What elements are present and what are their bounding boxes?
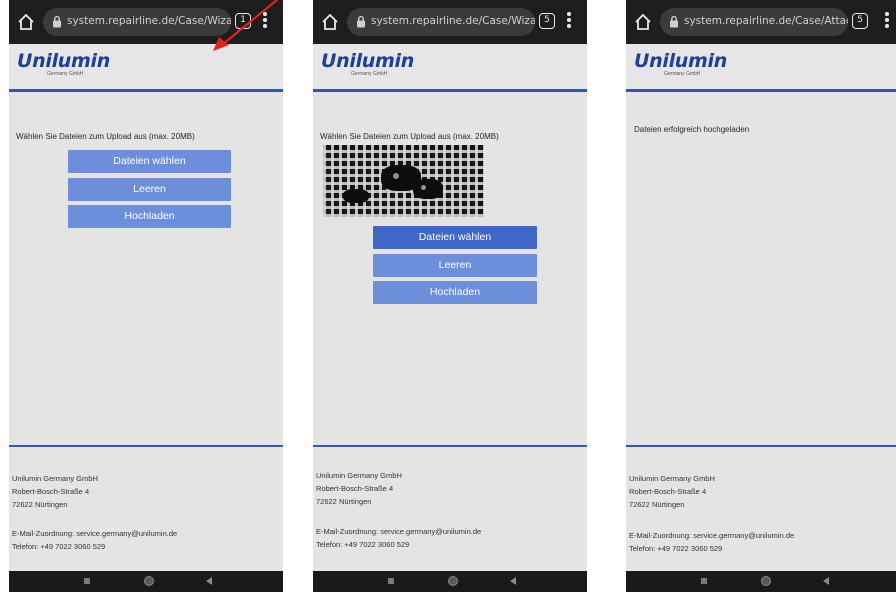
choose-files-button[interactable]: Dateien wählen (373, 226, 537, 249)
android-nav-bar (9, 571, 283, 592)
address-bar[interactable]: system.repairline.de/Case/Wizard/A (43, 8, 231, 36)
footer-city: 72622 Nürtingen (12, 500, 68, 509)
home-circle-icon[interactable] (448, 576, 458, 586)
url-text: system.repairline.de/Case/Wizard/A (67, 15, 231, 27)
back-icon[interactable] (823, 577, 829, 585)
choose-files-button[interactable]: Dateien wählen (68, 150, 231, 173)
footer-phone[interactable]: Telefon: +49 7022 3060 529 (629, 544, 722, 553)
footer-phone[interactable]: Telefon: +49 7022 3060 529 (12, 542, 105, 551)
image-preview-thumbnail (323, 145, 484, 217)
footer-city: 72622 Nürtingen (629, 500, 685, 509)
phone-screenshot-2: system.repairline.de/Case/Wizard/A 5 Uni… (313, 0, 587, 592)
logo-wordmark: Unilumin (17, 50, 110, 72)
home-circle-icon[interactable] (761, 576, 771, 586)
home-icon[interactable] (15, 11, 37, 33)
footer-street: Robert-Bosch-Straße 4 (316, 484, 394, 493)
logo-wordmark: Unilumin (634, 50, 727, 72)
back-icon[interactable] (206, 577, 212, 585)
upload-button[interactable]: Hochladen (373, 281, 537, 304)
browser-toolbar: system.repairline.de/Case/Attachme 5 (626, 0, 896, 44)
tab-switcher-button[interactable]: 5 (852, 13, 868, 29)
unilumin-logo[interactable]: Unilumin Germany GmbH (17, 50, 110, 77)
tab-switcher-button[interactable]: 5 (539, 13, 555, 29)
recent-apps-icon[interactable] (388, 578, 394, 584)
upload-instruction: Wählen Sie Dateien zum Upload aus (max. … (320, 132, 499, 141)
lock-icon (357, 15, 365, 28)
url-text: system.repairline.de/Case/Wizard/A (371, 15, 535, 27)
recent-apps-icon[interactable] (84, 578, 90, 584)
unilumin-logo[interactable]: Unilumin Germany GmbH (634, 50, 727, 77)
footer-email[interactable]: E-Mail-Zuordnung: service.germany@unilum… (316, 527, 481, 536)
home-icon[interactable] (319, 11, 341, 33)
android-nav-bar (313, 571, 587, 592)
footer-company: Unilumin Germany GmbH (12, 474, 98, 483)
footer-company: Unilumin Germany GmbH (316, 471, 402, 480)
upload-button[interactable]: Hochladen (68, 205, 231, 228)
android-nav-bar (626, 571, 896, 592)
site-header: Unilumin Germany GmbH (313, 44, 587, 90)
footer-city: 72622 Nürtingen (316, 497, 372, 506)
unilumin-logo[interactable]: Unilumin Germany GmbH (321, 50, 414, 77)
footer-email[interactable]: E-Mail-Zuordnung: service.germany@unilum… (629, 531, 794, 540)
phone-screenshot-3: system.repairline.de/Case/Attachme 5 Uni… (626, 0, 896, 592)
clear-button[interactable]: Leeren (373, 254, 537, 277)
footer-phone[interactable]: Telefon: +49 7022 3060 529 (316, 540, 409, 549)
recent-apps-icon[interactable] (701, 578, 707, 584)
more-options-icon[interactable] (566, 12, 572, 32)
address-bar[interactable]: system.repairline.de/Case/Attachme (660, 8, 848, 36)
home-circle-icon[interactable] (144, 576, 154, 586)
back-icon[interactable] (510, 577, 516, 585)
site-header: Unilumin Germany GmbH (626, 44, 896, 90)
url-text: system.repairline.de/Case/Attachme (684, 15, 848, 27)
home-icon[interactable] (632, 11, 654, 33)
more-options-icon[interactable] (884, 12, 890, 32)
footer-street: Robert-Bosch-Straße 4 (629, 487, 707, 496)
footer-street: Robert-Bosch-Straße 4 (12, 487, 90, 496)
footer-company: Unilumin Germany GmbH (629, 474, 715, 483)
address-bar[interactable]: system.repairline.de/Case/Wizard/A (347, 8, 535, 36)
footer-email[interactable]: E-Mail-Zuordnung: service.germany@unilum… (12, 529, 177, 538)
logo-wordmark: Unilumin (321, 50, 414, 72)
clear-button[interactable]: Leeren (68, 178, 231, 201)
phone-screenshot-1: system.repairline.de/Case/Wizard/A 1 Uni… (9, 0, 283, 592)
upload-form: Wählen Sie Dateien zum Upload aus (max. … (9, 92, 283, 445)
lock-icon (53, 15, 61, 28)
site-footer: Unilumin Germany GmbH Robert-Bosch-Straß… (626, 447, 896, 571)
browser-toolbar: system.repairline.de/Case/Wizard/A 5 (313, 0, 587, 44)
upload-success-message: Dateien erfolgreich hochgeladen (634, 125, 750, 134)
red-arrow-annotation (213, 0, 278, 51)
upload-form: Wählen Sie Dateien zum Upload aus (max. … (313, 92, 587, 445)
site-footer: Unilumin Germany GmbH Robert-Bosch-Straß… (9, 447, 283, 571)
upload-result: Dateien erfolgreich hochgeladen (626, 92, 896, 445)
site-footer: Unilumin Germany GmbH Robert-Bosch-Straß… (313, 447, 587, 571)
upload-instruction: Wählen Sie Dateien zum Upload aus (max. … (16, 132, 195, 141)
lock-icon (670, 15, 678, 28)
